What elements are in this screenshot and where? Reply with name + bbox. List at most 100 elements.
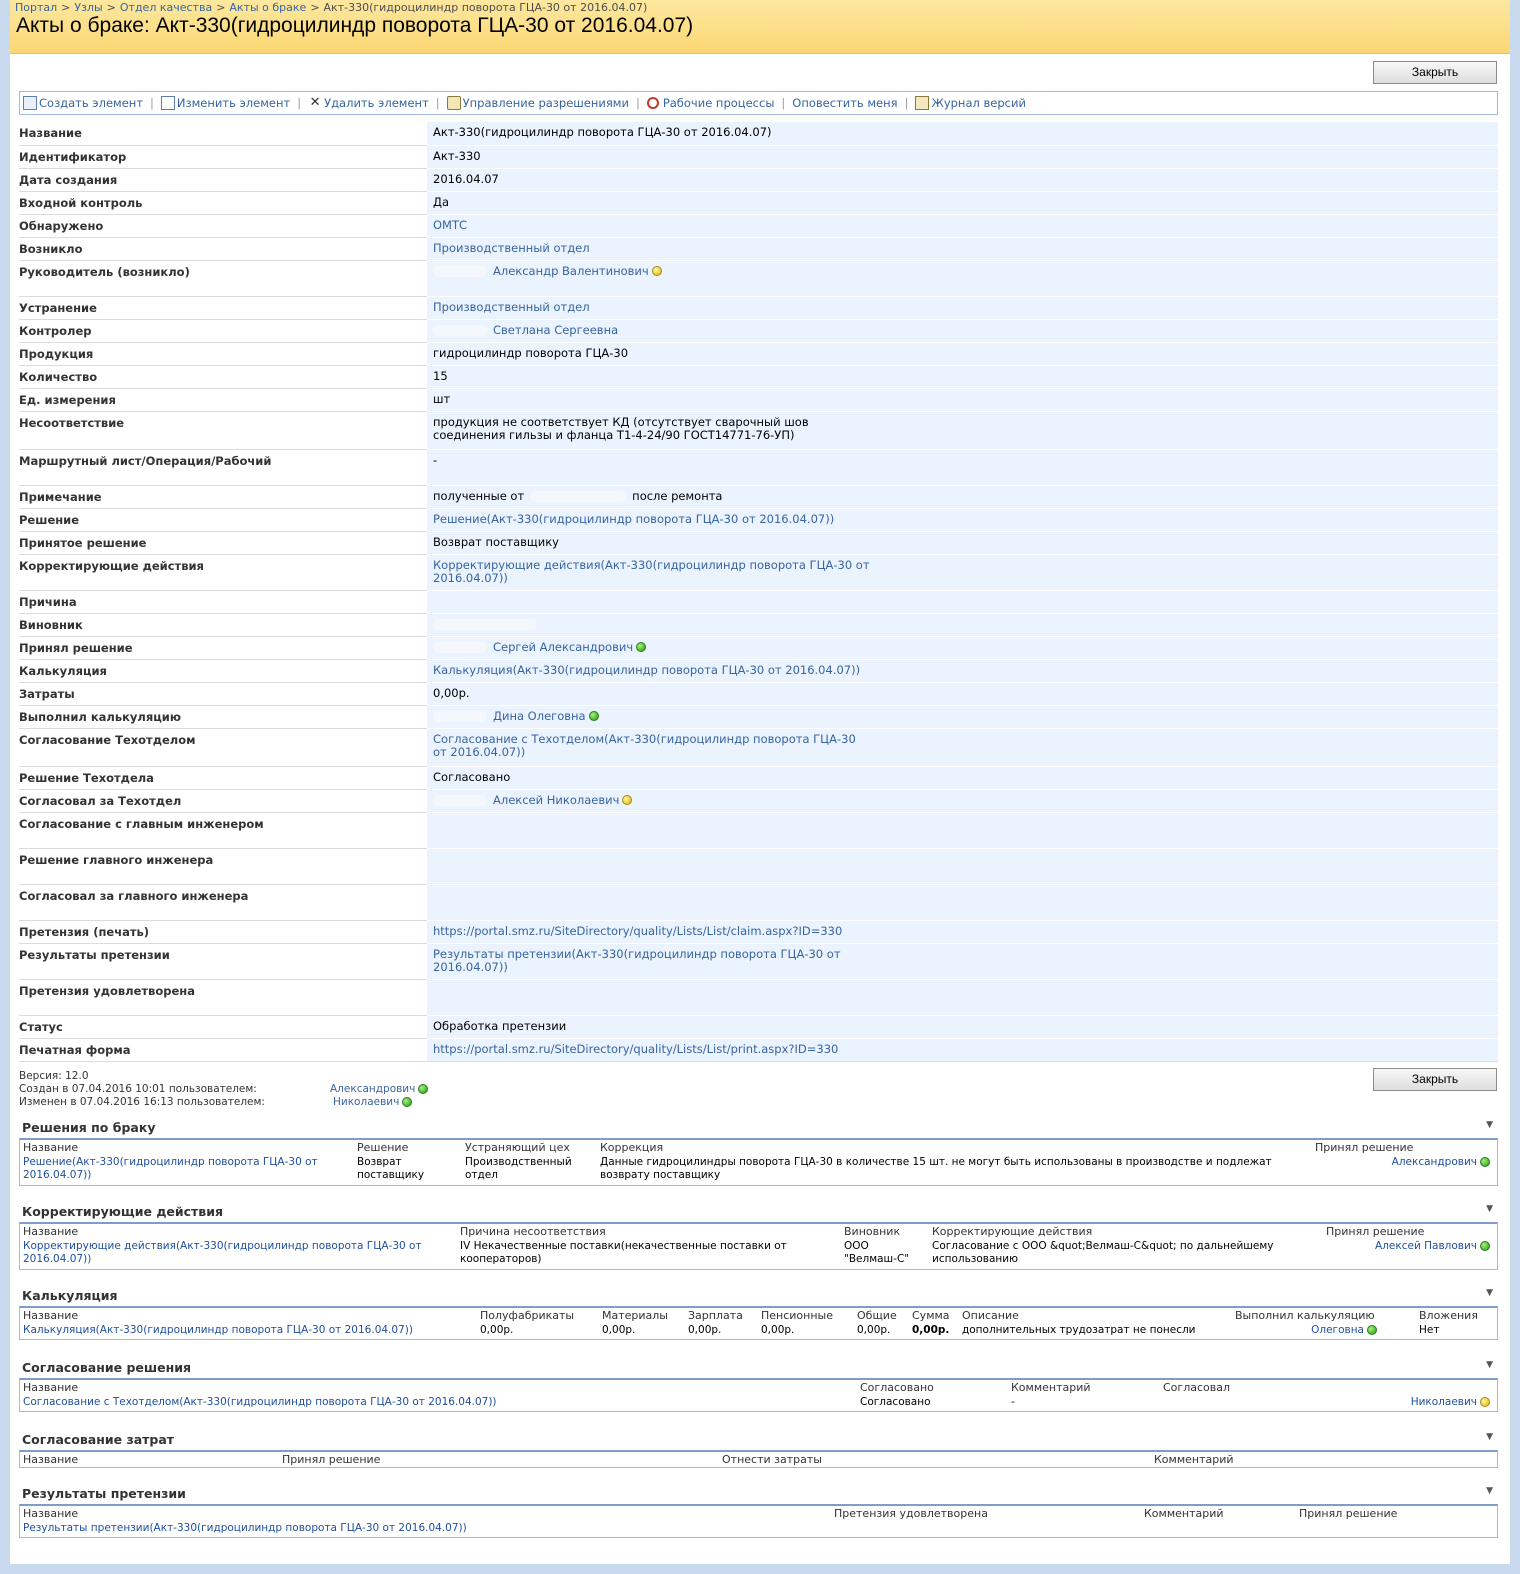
breadcrumb-defect-acts[interactable]: Акты о браке (229, 1, 306, 14)
column-header[interactable]: Отнести затраты (722, 1453, 822, 1466)
section-header[interactable]: Решения по браку ▼ (19, 1120, 1498, 1138)
column-header[interactable]: Описание (962, 1309, 1019, 1322)
column-header[interactable]: Принял решение (1326, 1225, 1424, 1238)
list-row: Корректирующие действия(Акт-330(гидроцил… (20, 1239, 1497, 1269)
field-value: Акт-330 (427, 145, 1498, 169)
field-text: шт (433, 391, 451, 406)
column-header[interactable]: Претензия удовлетворена (834, 1507, 988, 1520)
column-header[interactable]: Сумма (912, 1309, 950, 1322)
redacted-name (433, 324, 487, 336)
user-link[interactable]: Олеговна (1311, 1324, 1377, 1337)
column-header[interactable]: Комментарий (1154, 1453, 1234, 1466)
column-header[interactable]: Материалы (602, 1309, 668, 1322)
field-link[interactable]: Решение(Акт-330(гидроцилиндр поворота ГЦ… (433, 512, 834, 526)
column-header[interactable]: Согласовано (860, 1381, 934, 1394)
section-header[interactable]: Согласование решения ▼ (19, 1360, 1498, 1378)
field-link[interactable]: https://portal.smz.ru/SiteDirectory/qual… (433, 1042, 838, 1056)
column-header[interactable]: Общие (857, 1309, 897, 1322)
field-link[interactable]: Производственный отдел (433, 241, 590, 255)
user-link[interactable]: Сергей Александрович (493, 640, 633, 654)
column-header[interactable]: Принял решение (1315, 1141, 1413, 1154)
column-header[interactable]: Причина несоответствия (460, 1225, 606, 1238)
breadcrumb-portal[interactable]: Портал (15, 1, 57, 14)
collapse-chevron-icon[interactable]: ▼ (1486, 1432, 1493, 1442)
user-link[interactable]: Александрович (1392, 1156, 1490, 1169)
column-header[interactable]: Принял решение (1299, 1507, 1397, 1520)
column-header[interactable]: Устраняющий цех (465, 1141, 570, 1154)
version-text: Версия: 12.0 (19, 1070, 89, 1082)
column-header[interactable]: Название (23, 1507, 78, 1520)
column-header[interactable]: Название (23, 1225, 78, 1238)
column-header[interactable]: Вложения (1419, 1309, 1478, 1322)
collapse-chevron-icon[interactable]: ▼ (1486, 1204, 1493, 1214)
section-header[interactable]: Калькуляция ▼ (19, 1288, 1498, 1306)
user-link[interactable]: Николаевич (1411, 1396, 1490, 1409)
column-header[interactable]: Корректирующие действия (932, 1225, 1092, 1238)
column-header[interactable]: Комментарий (1144, 1507, 1224, 1520)
field-value: Результаты претензии(Акт-330(гидроцилинд… (427, 943, 1498, 980)
field-link[interactable]: https://portal.smz.ru/SiteDirectory/qual… (433, 924, 842, 938)
user-link[interactable]: Александр Валентинович (493, 264, 649, 278)
new-item-label: Создать элемент (39, 96, 144, 110)
item-link[interactable]: Калькуляция(Акт-330(гидроцилиндр поворот… (23, 1324, 463, 1337)
section-header[interactable]: Результаты претензии ▼ (19, 1486, 1498, 1504)
cell-value: Согласовано (860, 1396, 1000, 1409)
column-header[interactable]: Полуфабрикаты (480, 1309, 574, 1322)
column-header[interactable]: Принял решение (282, 1453, 380, 1466)
column-header[interactable]: Согласовал (1163, 1381, 1230, 1394)
user-link[interactable]: Светлана Сергеевна (493, 323, 618, 337)
cell-text: Данные гидроцилиндры поворота ГЦА-30 в к… (600, 1156, 1272, 1181)
version-history-button[interactable]: Журнал версий (915, 96, 1026, 110)
breadcrumb-nodes[interactable]: Узлы (74, 1, 102, 14)
column-header[interactable]: Комментарий (1011, 1381, 1091, 1394)
column-header[interactable]: Коррекция (600, 1141, 663, 1154)
field-link[interactable]: Производственный отдел (433, 300, 590, 314)
collapse-chevron-icon[interactable]: ▼ (1486, 1486, 1493, 1496)
item-link[interactable]: Результаты претензии(Акт-330(гидроцилинд… (23, 1522, 823, 1535)
item-link[interactable]: Корректирующие действия(Акт-330(гидроцил… (23, 1240, 423, 1266)
item-link[interactable]: Решение(Акт-330(гидроцилиндр поворота ГЦ… (23, 1156, 323, 1182)
alert-me-button[interactable]: Оповестить меня (792, 96, 897, 110)
field-link[interactable]: Калькуляция(Акт-330(гидроцилиндр поворот… (433, 663, 860, 677)
field-link[interactable]: Согласование с Техотделом(Акт-330(гидроц… (433, 732, 873, 759)
column-header[interactable]: Название (23, 1309, 78, 1322)
column-header[interactable]: Пенсионные (761, 1309, 833, 1322)
edit-item-button[interactable]: Изменить элемент (160, 96, 290, 110)
column-header[interactable]: Название (23, 1453, 78, 1466)
field-link[interactable]: Результаты претензии(Акт-330(гидроцилинд… (433, 947, 873, 974)
field-row: Название Акт-330(гидроцилиндр поворота ГЦ… (19, 122, 1498, 146)
workflows-button[interactable]: Рабочие процессы (646, 96, 774, 110)
collapse-chevron-icon[interactable]: ▼ (1486, 1120, 1493, 1130)
delete-item-button[interactable]: ✕ Удалить элемент (308, 96, 429, 111)
item-properties-table: Название Акт-330(гидроцилиндр поворота ГЦ… (19, 122, 1498, 1062)
field-value: https://portal.smz.ru/SiteDirectory/qual… (427, 920, 1498, 944)
column-header[interactable]: Виновник (844, 1225, 900, 1238)
close-button-top[interactable]: Закрыть (1373, 61, 1497, 84)
manage-permissions-button[interactable]: Управление разрешениями (446, 96, 629, 110)
section-header[interactable]: Согласование затрат ▼ (19, 1432, 1498, 1450)
new-item-button[interactable]: Создать элемент (23, 96, 143, 110)
close-button-bottom[interactable]: Закрыть (1373, 1068, 1497, 1091)
user-link[interactable]: Дина Олеговна (493, 709, 586, 723)
collapse-chevron-icon[interactable]: ▼ (1486, 1360, 1493, 1370)
field-row: Маршрутный лист/Операция/Рабочий - (19, 449, 1498, 486)
user-link[interactable]: Алексей Павлович (1375, 1240, 1490, 1253)
column-header[interactable]: Выполнил калькуляцию (1235, 1309, 1375, 1322)
section-header[interactable]: Корректирующие действия ▼ (19, 1204, 1498, 1222)
modified-by-user[interactable]: Николаевич (333, 1096, 413, 1109)
collapse-chevron-icon[interactable]: ▼ (1486, 1288, 1493, 1298)
field-link[interactable]: ОМТС (433, 218, 467, 232)
cell-text: Решение(Акт-330(гидроцилиндр поворота ГЦ… (23, 1156, 318, 1181)
field-label: Решение (19, 508, 427, 532)
column-header[interactable]: Название (23, 1381, 78, 1394)
created-by-user[interactable]: Александрович (330, 1083, 429, 1096)
column-header[interactable]: Зарплата (688, 1309, 743, 1322)
user-link[interactable]: Алексей Николаевич (493, 793, 619, 807)
column-header[interactable]: Название (23, 1141, 78, 1154)
field-label: Дата создания (19, 168, 427, 192)
column-header[interactable]: Решение (357, 1141, 408, 1154)
breadcrumb-quality-dept[interactable]: Отдел качества (120, 1, 212, 14)
field-label: Претензия удовлетворена (19, 979, 427, 1016)
field-link[interactable]: Корректирующие действия(Акт-330(гидроцил… (433, 558, 873, 585)
item-link[interactable]: Согласование с Техотделом(Акт-330(гидроц… (23, 1396, 853, 1409)
